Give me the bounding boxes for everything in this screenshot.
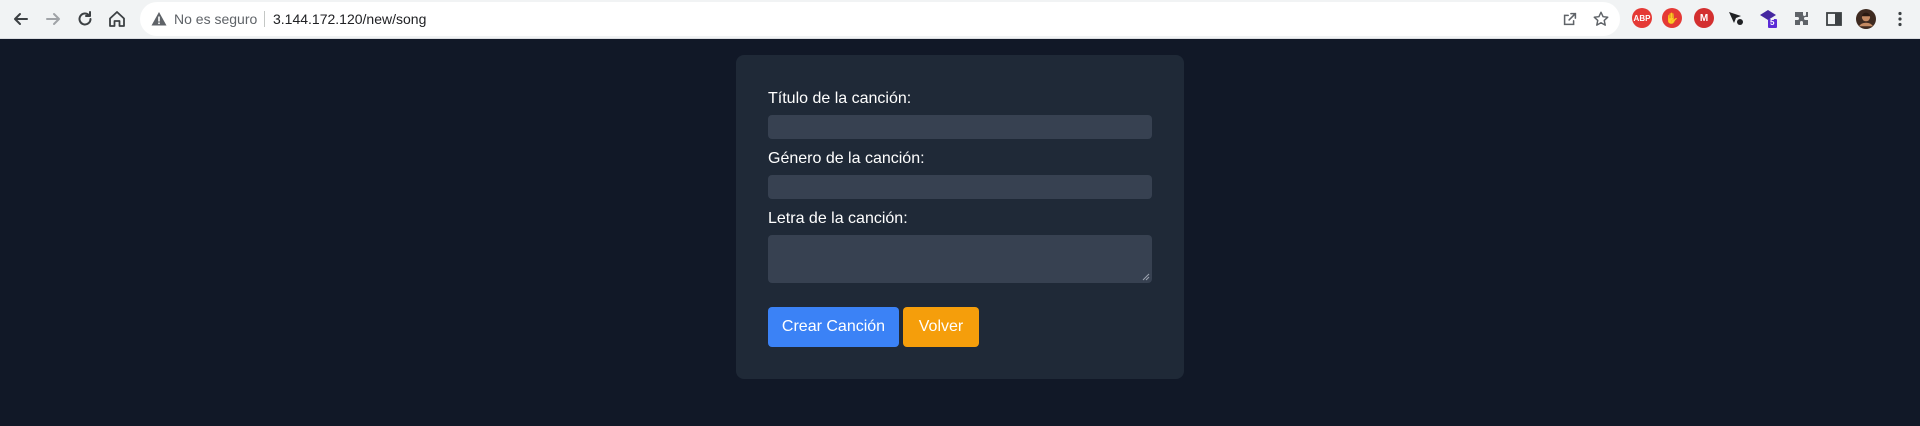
url-text[interactable]: 3.144.172.120/new/song (273, 2, 426, 36)
cursor-extension[interactable] (1726, 8, 1746, 28)
forward-icon[interactable] (39, 5, 67, 33)
profile-avatar[interactable] (1852, 5, 1880, 33)
warning-icon[interactable] (150, 10, 168, 28)
back-button[interactable]: Volver (903, 307, 979, 347)
purple-badge-extension[interactable]: 5 (1758, 8, 1778, 28)
star-icon[interactable] (1591, 9, 1611, 29)
menu-icon[interactable] (1886, 5, 1914, 33)
security-label[interactable]: No es seguro (174, 2, 257, 36)
browser-toolbar: No es seguro 3.144.172.120/new/song ABP … (0, 0, 1920, 39)
m-extension[interactable]: M (1694, 8, 1714, 28)
extensions-icon[interactable] (1788, 5, 1816, 33)
lyrics-textarea[interactable] (768, 235, 1152, 283)
adblock-plus-extension[interactable]: ABP (1632, 8, 1652, 28)
genre-label: Género de la canción: (768, 150, 925, 167)
extension-badge-count: 5 (1770, 18, 1775, 27)
title-input[interactable] (768, 115, 1152, 139)
address-bar[interactable]: No es seguro 3.144.172.120/new/song (140, 2, 1620, 36)
song-form-card: Título de la canción: Género de la canci… (736, 55, 1184, 379)
home-icon[interactable] (103, 5, 131, 33)
title-label: Título de la canción: (768, 90, 912, 107)
genre-input[interactable] (768, 175, 1152, 199)
side-panel-icon[interactable] (1820, 5, 1848, 33)
share-icon[interactable] (1560, 9, 1580, 29)
stop-hand-extension[interactable]: ✋ (1662, 8, 1682, 28)
resize-grip-icon[interactable] (1142, 273, 1150, 281)
lyrics-label: Letra de la canción: (768, 210, 908, 227)
back-icon[interactable] (7, 5, 35, 33)
create-song-button[interactable]: Crear Canción (768, 307, 899, 347)
address-divider (264, 11, 265, 27)
reload-icon[interactable] (71, 5, 99, 33)
